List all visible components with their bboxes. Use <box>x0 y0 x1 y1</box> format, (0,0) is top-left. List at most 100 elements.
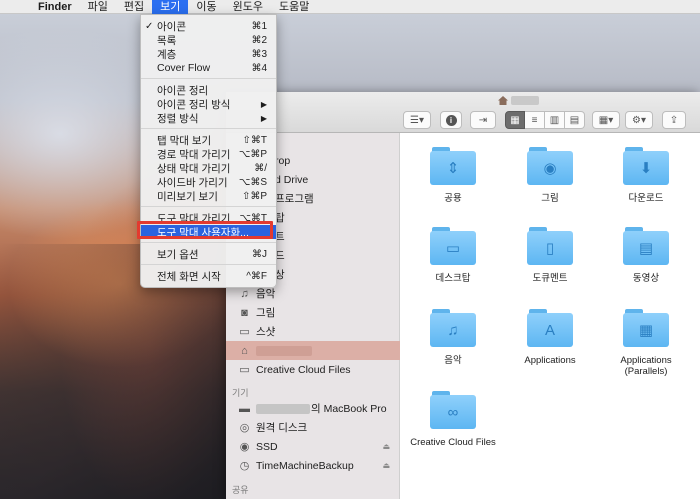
folder-creative-cloud[interactable]: ∞ Creative Cloud Files <box>408 391 498 448</box>
menu-item-label: 아이콘 정리 방식 <box>157 98 231 111</box>
coverflow-view-button[interactable]: ▤ <box>565 111 585 129</box>
menu-shortcut: ⌘3 <box>251 48 267 60</box>
view-mode-segment: ▦ ≡ ▥ ▤ <box>505 111 585 129</box>
action-button[interactable]: ⚙▾ <box>625 111 653 129</box>
folder-icon: ∞ <box>430 391 476 429</box>
menu-shortcut: ⇧⌘P <box>241 190 267 202</box>
list-view-button[interactable]: ≡ <box>525 111 545 129</box>
submenu-arrow-icon: ▶ <box>260 113 267 123</box>
window-title-redacted <box>511 96 539 105</box>
menu-item-enter-full-screen[interactable]: 전체 화면 시작 ^⌘F <box>141 269 276 283</box>
sidebar-item-timemachine[interactable]: ◷ TimeMachineBackup ⏏ <box>226 456 400 475</box>
new-folder-button[interactable]: ⇥ <box>470 111 496 129</box>
sidebar-item-home[interactable]: ⌂ <box>226 341 400 360</box>
menu-item-sort-by[interactable]: 정렬 방식 ▶ <box>141 111 276 125</box>
menu-item-clean-up[interactable]: 아이콘 정리 <box>141 83 276 97</box>
menu-item-show-tab-bar[interactable]: 탭 막대 보기 ⇧⌘T <box>141 133 276 147</box>
group-button[interactable]: ▦▾ <box>592 111 620 129</box>
info-button[interactable]: i <box>440 111 462 129</box>
menu-file[interactable]: 파일 <box>80 0 116 14</box>
menu-item-view-options[interactable]: 보기 옵션 ⌘J <box>141 247 276 261</box>
eject-icon[interactable]: ⏏ <box>382 442 390 451</box>
folder-icon: ▦ <box>623 309 669 347</box>
menu-item-coverflow[interactable]: Cover Flow ⌘4 <box>141 61 276 75</box>
folder-downloads[interactable]: ⬇ 다운로드 <box>601 147 691 204</box>
sidebar-item-pictures[interactable]: ◙ 그림 <box>226 303 400 322</box>
group-icon: ▦▾ <box>598 114 614 126</box>
folder-desktop[interactable]: ▭ 데스크탑 <box>408 227 498 284</box>
folder-icon: ◉ <box>527 147 573 185</box>
menu-item-label: 아이콘 <box>157 20 186 33</box>
sidebar-item-ssd[interactable]: ◉ SSD ⏏ <box>226 437 400 456</box>
menu-item-icons[interactable]: ✓ 아이콘 ⌘1 <box>141 19 276 33</box>
menu-item-label: 보기 옵션 <box>157 248 199 261</box>
sidebar-item-label: Creative Cloud Files <box>256 363 351 376</box>
sidebar-item-label: 그림 <box>256 307 276 319</box>
arrange-icon: ☰▾ <box>410 114 424 126</box>
menu-item-label: 사이드바 가리기 <box>157 176 228 189</box>
menu-item-hide-status-bar[interactable]: 상태 막대 가리기 ⌘/ <box>141 161 276 175</box>
sidebar-item-label: SSD <box>256 440 278 453</box>
menu-shortcut: ⌘/ <box>254 162 267 174</box>
sidebar-item-remote-disc[interactable]: ◎ 원격 디스크 <box>226 418 400 437</box>
menu-item-list[interactable]: 목록 ⌘2 <box>141 33 276 47</box>
folder-pictures[interactable]: ◉ 그림 <box>505 147 595 204</box>
menu-window[interactable]: 윈도우 <box>225 0 271 14</box>
menu-edit[interactable]: 편집 <box>116 0 152 14</box>
folder-documents[interactable]: ▯ 도큐멘트 <box>505 227 595 284</box>
folder-action-icon: ⇥ <box>478 114 488 126</box>
folder-grid: ⇕ 공용 ◉ 그림 ⬇ 다운로드 ▭ 데스크탑 ▯ 도큐멘트 ▤ 동영상 ♫ 음… <box>401 133 700 499</box>
home-icon: ⌂ <box>241 344 248 357</box>
menu-item-columns[interactable]: 계층 ⌘3 <box>141 47 276 61</box>
share-button[interactable]: ⇪ <box>662 111 686 129</box>
menu-finder[interactable]: Finder <box>30 0 80 14</box>
folder-public[interactable]: ⇕ 공용 <box>408 147 498 204</box>
sidebar-item-macbook[interactable]: ▬ 의 MacBook Pro <box>226 399 400 418</box>
info-icon: i <box>445 114 457 126</box>
eject-icon[interactable]: ⏏ <box>382 461 390 470</box>
menu-view[interactable]: 보기 <box>152 0 189 14</box>
sidebar-item-screenshots[interactable]: ▭ 스샷 <box>226 322 400 341</box>
menu-item-hide-path-bar[interactable]: 경로 막대 가리기 ⌥⌘P <box>141 147 276 161</box>
disk-icon: ◉ <box>239 441 250 453</box>
columns-icon: ▥ <box>549 114 560 126</box>
camera-icon: ◙ <box>241 306 248 319</box>
menu-shortcut: ⌘4 <box>251 62 267 74</box>
folder-applications[interactable]: A Applications <box>505 309 595 366</box>
menu-shortcut: ^⌘F <box>246 270 267 282</box>
sidebar-item-label: 음악 <box>256 288 276 300</box>
folder-icon: ▤ <box>623 227 669 265</box>
coverflow-icon: ▤ <box>569 114 580 126</box>
folder-label: Applications <box>524 355 576 366</box>
menu-go[interactable]: 이동 <box>188 0 224 14</box>
folder-label: 그림 <box>541 193 559 204</box>
laptop-icon: ▬ <box>239 402 250 415</box>
disc-icon: ◎ <box>239 422 250 434</box>
menu-separator <box>141 242 276 243</box>
menu-item-hide-sidebar[interactable]: 사이드바 가리기 ⌥⌘S <box>141 175 276 189</box>
menu-shortcut: ⌥⌘P <box>238 148 267 160</box>
icon-view-button[interactable]: ▦ <box>505 111 525 129</box>
menu-item-label: 계층 <box>157 48 177 61</box>
gear-icon: ⚙▾ <box>632 114 646 126</box>
menu-item-label: 경로 막대 가리기 <box>157 148 231 161</box>
menu-separator <box>141 206 276 207</box>
menu-separator <box>141 264 276 265</box>
menu-item-show-preview[interactable]: 미리보기 보기 ⇧⌘P <box>141 189 276 203</box>
window-title <box>498 96 539 105</box>
menu-item-label: 전체 화면 시작 <box>157 270 221 283</box>
folder-icon: ⇕ <box>430 147 476 185</box>
folder-movies[interactable]: ▤ 동영상 <box>601 227 691 284</box>
devices-header: 기기 <box>232 388 249 398</box>
column-view-button[interactable]: ▥ <box>545 111 565 129</box>
menu-separator <box>141 128 276 129</box>
arrange-button[interactable]: ☰▾ <box>403 111 431 129</box>
shared-header: 공유 <box>232 485 249 495</box>
menu-item-clean-up-by[interactable]: 아이콘 정리 방식 ▶ <box>141 97 276 111</box>
folder-applications-parallels[interactable]: ▦ Applications (Parallels) <box>601 309 691 377</box>
sidebar-item-creative-cloud[interactable]: ▭ Creative Cloud Files <box>226 360 400 379</box>
folder-label: 데스크탑 <box>435 273 471 284</box>
home-name-redacted <box>256 345 312 356</box>
folder-music[interactable]: ♫ 음악 <box>408 309 498 366</box>
menu-help[interactable]: 도움말 <box>271 0 317 14</box>
